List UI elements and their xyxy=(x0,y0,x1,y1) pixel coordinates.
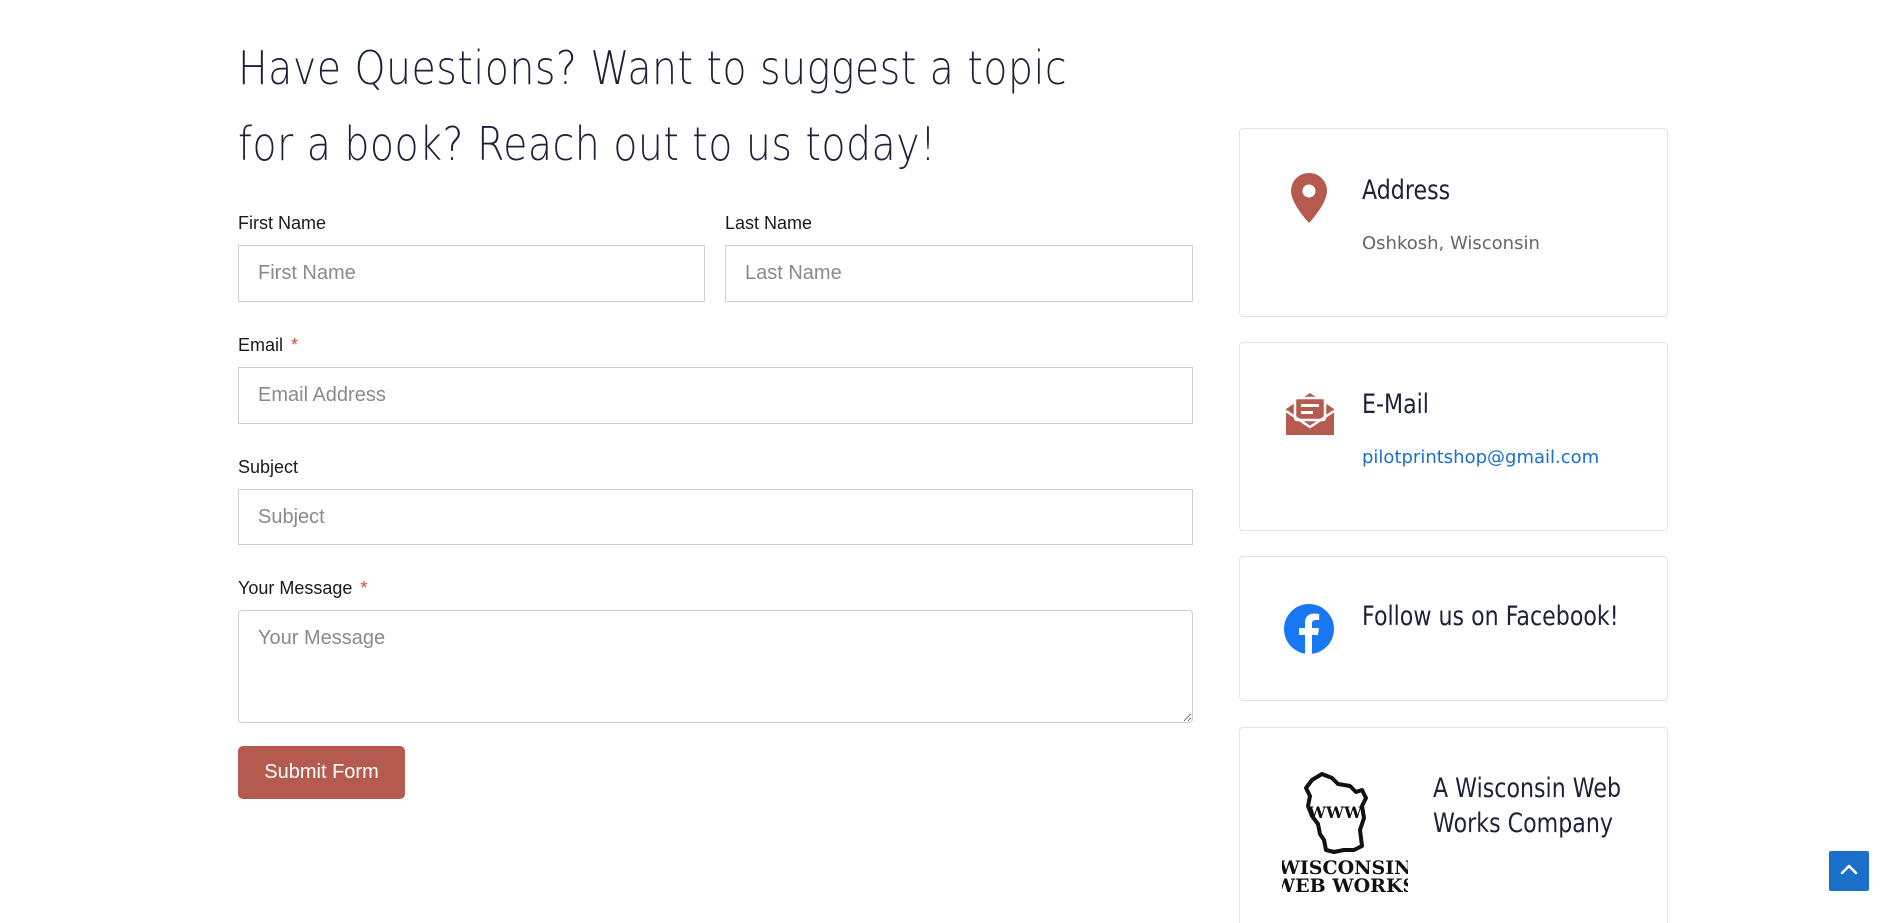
chevron-up-icon xyxy=(1839,859,1859,884)
logo-text-web-works: WEB WORKS xyxy=(1282,875,1408,894)
facebook-icon[interactable] xyxy=(1284,604,1334,659)
required-marker: * xyxy=(291,335,299,355)
email-title: E-Mail xyxy=(1362,389,1429,420)
subject-label: Subject xyxy=(238,457,299,477)
last-name-input[interactable] xyxy=(725,245,1193,302)
envelope-open-icon xyxy=(1284,387,1336,442)
email-link[interactable]: pilotprintshop@gmail.com xyxy=(1362,447,1599,468)
message-label: Your Message xyxy=(238,578,353,598)
last-name-label: Last Name xyxy=(725,213,813,233)
facebook-title[interactable]: Follow us on Facebook! xyxy=(1362,601,1619,632)
message-label-row: Your Message * xyxy=(238,578,367,599)
email-card: E-Mail pilotprintshop@gmail.com xyxy=(1239,342,1668,531)
page-heading: Have Questions? Want to suggest a topic … xyxy=(238,41,1068,171)
logo-text-www: WWW xyxy=(1307,803,1363,822)
address-title: Address xyxy=(1362,175,1451,206)
first-name-label: First Name xyxy=(238,213,327,233)
required-marker: * xyxy=(360,578,368,598)
first-name-input[interactable] xyxy=(238,245,705,302)
company-card: WWW WISCONSIN WEB WORKS A Wisconsin Web … xyxy=(1239,727,1668,923)
email-input[interactable] xyxy=(238,367,1193,424)
address-card: Address Oshkosh, Wisconsin xyxy=(1239,128,1668,317)
company-title: A Wisconsin Web Works Company xyxy=(1433,773,1622,839)
email-label: Email xyxy=(238,335,284,355)
scroll-to-top-button[interactable] xyxy=(1829,851,1869,891)
map-pin-icon xyxy=(1290,172,1328,229)
submit-form-button[interactable]: Submit Form xyxy=(238,746,405,799)
address-text: Oshkosh, Wisconsin xyxy=(1362,233,1540,254)
wisconsin-web-works-logo: WWW WISCONSIN WEB WORKS xyxy=(1273,768,1416,899)
subject-input[interactable] xyxy=(238,489,1193,545)
message-textarea[interactable] xyxy=(238,610,1193,723)
email-label-row: Email * xyxy=(238,335,298,356)
facebook-card: Follow us on Facebook! xyxy=(1239,556,1668,701)
